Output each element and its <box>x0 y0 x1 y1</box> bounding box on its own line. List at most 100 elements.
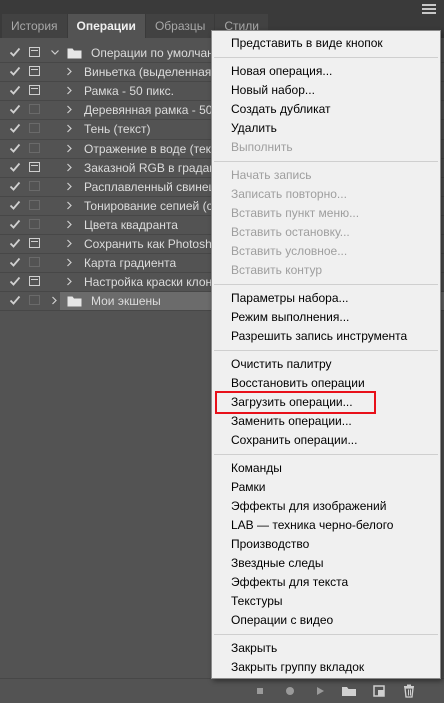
toggle-item-checkmark-icon[interactable] <box>9 294 21 306</box>
toggle-dialog-icon[interactable] <box>29 142 40 153</box>
toggle-dialog-icon[interactable] <box>29 85 40 96</box>
panel-menu-icon[interactable] <box>422 4 436 14</box>
menu-item[interactable]: Эффекты для текста <box>212 573 440 592</box>
toggle-dialog-icon[interactable] <box>29 238 40 248</box>
chevron-right-icon[interactable] <box>50 295 58 306</box>
chevron-right-icon[interactable] <box>65 276 73 287</box>
toggle-item-checkmark-icon[interactable] <box>9 84 21 96</box>
action-label: Цвета квадранта <box>84 217 178 232</box>
chevron-right-icon[interactable] <box>65 200 73 211</box>
menu-item[interactable]: Закрыть группу вкладок <box>212 658 440 677</box>
tab-swatches[interactable]: Образцы <box>145 14 215 38</box>
action-label: Карта градиента <box>84 256 177 271</box>
menu-item[interactable]: Звездные следы <box>212 554 440 573</box>
toggle-dialog-icon[interactable] <box>29 257 40 268</box>
toggle-item-checkmark-icon[interactable] <box>9 237 21 249</box>
toggle-item-checkmark-icon[interactable] <box>9 46 21 58</box>
chevron-right-icon[interactable] <box>65 257 73 268</box>
trash-icon[interactable] <box>402 684 416 698</box>
toggle-dialog-icon[interactable] <box>29 295 40 306</box>
bottom-toolbar <box>0 678 444 703</box>
toggle-dialog-icon[interactable] <box>29 123 40 134</box>
menu-item[interactable]: Закрыть <box>212 639 440 658</box>
toggle-dialog-icon[interactable] <box>29 104 40 115</box>
menu-separator <box>214 161 438 162</box>
toggle-item-checkmark-icon[interactable] <box>9 199 21 211</box>
menu-item[interactable]: Режим выполнения... <box>212 308 440 327</box>
toggle-dialog-icon[interactable] <box>29 218 40 229</box>
menu-item[interactable]: Заменить операции... <box>212 412 440 431</box>
menu-item[interactable]: Операции с видео <box>212 611 440 630</box>
tab-history[interactable]: История <box>2 14 67 38</box>
menu-item[interactable]: Очистить палитру <box>212 355 440 374</box>
toggle-item-checkmark-icon[interactable] <box>9 218 21 230</box>
menu-item[interactable]: Создать дубликат <box>212 100 440 119</box>
chevron-right-icon[interactable] <box>65 219 73 230</box>
menu-item[interactable]: Параметры набора... <box>212 289 440 308</box>
menu-item: Записать повторно... <box>231 187 347 201</box>
menu-item[interactable]: Эффекты для изображений <box>212 497 440 516</box>
action-label: Расплавленный свинец <box>84 179 216 194</box>
chevron-down-icon[interactable] <box>50 47 59 58</box>
menu-item[interactable]: Рамки <box>212 478 440 497</box>
menu-item: Выполнить <box>231 140 293 154</box>
new-set-folder-icon[interactable] <box>341 684 356 698</box>
menu-item: Вставить условное... <box>231 244 348 258</box>
toggle-item-checkmark-icon[interactable] <box>9 122 21 134</box>
menu-item: Вставить пункт меню... <box>231 206 360 220</box>
menu-item[interactable]: Удалить <box>212 119 440 138</box>
folder-icon <box>67 47 82 59</box>
action-label: Операции по умолчанию <box>91 46 230 60</box>
toggle-item-checkmark-icon[interactable] <box>9 275 21 287</box>
toggle-item-checkmark-icon[interactable] <box>9 256 21 268</box>
menu-item[interactable]: Разрешить запись инструмента <box>212 327 440 346</box>
menu-item[interactable]: Сохранить операции... <box>212 431 440 450</box>
chevron-right-icon[interactable] <box>65 66 73 77</box>
menu-item: Вставить контур <box>231 263 323 277</box>
toggle-item-checkmark-icon[interactable] <box>9 103 21 115</box>
menu-item: Начать запись <box>231 168 312 182</box>
action-label: Рамка - 50 пикс. <box>84 84 174 99</box>
action-label: Отражение в воде (текст) <box>84 141 227 156</box>
menu-item[interactable]: LAB — техника черно-белого <box>212 516 440 535</box>
action-label: Тень (текст) <box>84 122 151 137</box>
toggle-dialog-icon[interactable] <box>29 180 40 191</box>
toggle-item-checkmark-icon[interactable] <box>9 65 21 77</box>
toggle-item-checkmark-icon[interactable] <box>9 180 21 192</box>
toggle-dialog-icon[interactable] <box>29 276 40 287</box>
load-actions-highlight <box>215 391 376 414</box>
toggle-item-checkmark-icon[interactable] <box>9 142 21 154</box>
menu-item[interactable]: Представить в виде кнопок <box>212 34 440 53</box>
toggle-dialog-icon[interactable] <box>29 47 40 57</box>
menu-separator <box>214 284 438 285</box>
toggle-dialog-icon[interactable] <box>29 161 40 172</box>
toggle-dialog-icon[interactable] <box>29 66 40 77</box>
menu-separator <box>214 57 438 58</box>
menu-item[interactable]: Производство <box>212 535 440 554</box>
menu-item[interactable]: Новая операция... <box>212 62 440 81</box>
chevron-right-icon[interactable] <box>65 85 73 96</box>
panel-flyout-menu: Представить в виде кнопок Новая операция.… <box>211 30 441 679</box>
toggle-dialog-icon[interactable] <box>29 199 40 210</box>
actions-panel: История Операции Образцы Стили Операции … <box>0 0 444 703</box>
tab-actions[interactable]: Операции <box>67 14 145 38</box>
play-icon[interactable] <box>313 684 327 698</box>
chevron-right-icon[interactable] <box>65 162 73 173</box>
menu-item[interactable]: Текстуры <box>212 592 440 611</box>
toggle-item-checkmark-icon[interactable] <box>9 161 21 173</box>
chevron-right-icon[interactable] <box>65 104 73 115</box>
chevron-right-icon[interactable] <box>65 238 73 249</box>
chevron-right-icon[interactable] <box>65 181 73 192</box>
chevron-right-icon[interactable] <box>65 143 73 154</box>
menu-item[interactable]: Новый набор... <box>212 81 440 100</box>
action-label: Мои экшены <box>91 294 161 309</box>
menu-item[interactable]: Команды <box>212 459 440 478</box>
record-icon[interactable] <box>283 684 297 698</box>
folder-icon <box>67 295 82 307</box>
new-action-icon[interactable] <box>372 684 386 698</box>
menu-item: Вставить остановку... <box>231 225 350 239</box>
menu-separator <box>214 454 438 455</box>
menu-separator <box>214 634 438 635</box>
chevron-right-icon[interactable] <box>65 123 73 134</box>
stop-icon[interactable] <box>253 684 267 698</box>
